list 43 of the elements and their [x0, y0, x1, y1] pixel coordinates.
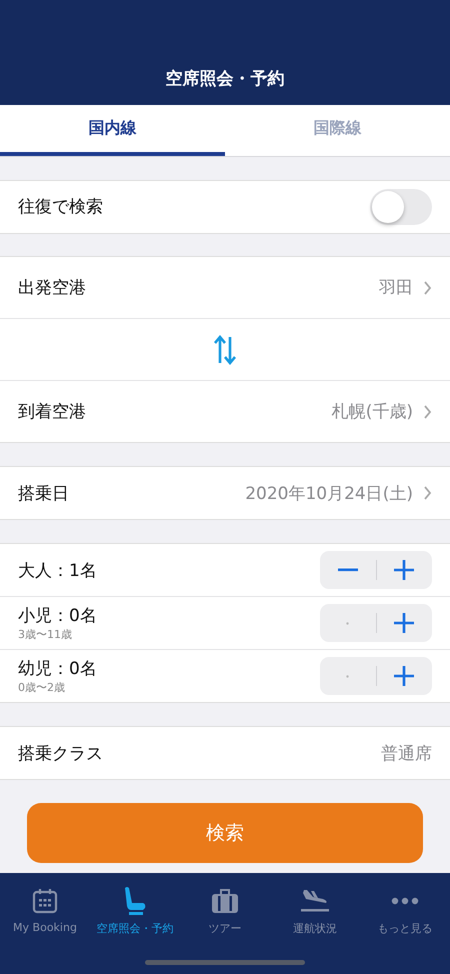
list-row[interactable]: 搭乗日 2020年10月24日(土) — [0, 467, 450, 520]
age-range: 0歳〜2歳 — [18, 680, 66, 696]
minus-icon — [338, 568, 358, 572]
tab-bar-item[interactable]: 運航状況 — [270, 885, 360, 936]
plus-icon — [394, 560, 414, 580]
landing-plane-icon — [300, 888, 330, 914]
tab[interactable]: 国内線 — [0, 104, 225, 156]
seat-icon — [123, 886, 147, 916]
chevron-icon — [423, 404, 432, 419]
chevron-icon — [423, 486, 432, 500]
more-icon — [391, 897, 419, 906]
list-row[interactable]: 到着空港 札幌(千歳) — [0, 380, 450, 442]
dot-icon — [346, 622, 350, 625]
row-value: 札幌(千歳) — [332, 401, 413, 424]
row-value: 2020年10月24日(土) — [245, 482, 413, 505]
list-row[interactable]: 出発空港 羽田 — [0, 257, 450, 318]
toggle-switch[interactable] — [370, 188, 432, 224]
plus-icon — [394, 666, 414, 686]
age-range: 3歳〜11歳 — [18, 627, 73, 642]
list-row[interactable]: 搭乗クラス 普通席 — [0, 727, 450, 780]
swap-arrows-icon — [214, 334, 236, 365]
passenger-count: 幼児：0名 — [18, 658, 97, 680]
tab-bar-item[interactable]: 空席照会・予約 — [90, 885, 180, 936]
chevron-icon — [423, 280, 432, 295]
suitcase-icon — [211, 888, 239, 914]
dot-icon — [346, 674, 350, 678]
search-button[interactable]: 検索 — [27, 803, 423, 864]
passenger-count: 大人：1名 — [18, 560, 97, 582]
calendar-icon — [32, 888, 58, 914]
row-label: 往復で検索 — [18, 196, 103, 218]
row-label: 搭乗日 — [18, 482, 69, 505]
row-label: 出発空港 — [18, 277, 86, 300]
row-label: 搭乗クラス — [18, 742, 103, 765]
row-value: 普通席 — [381, 742, 432, 765]
tab-bar-item[interactable]: もっと見る — [360, 885, 450, 936]
tab-bar-item[interactable]: My Booking — [0, 885, 90, 934]
row-label: 到着空港 — [18, 401, 86, 424]
passenger-count: 小児：0名 — [18, 605, 97, 628]
plus-icon — [394, 613, 414, 634]
swap-button[interactable] — [214, 334, 236, 365]
row-value: 羽田 — [379, 277, 413, 300]
screen-title: 空席照会・予約 — [166, 68, 284, 90]
tab-bar-item[interactable]: ツアー — [180, 885, 270, 936]
